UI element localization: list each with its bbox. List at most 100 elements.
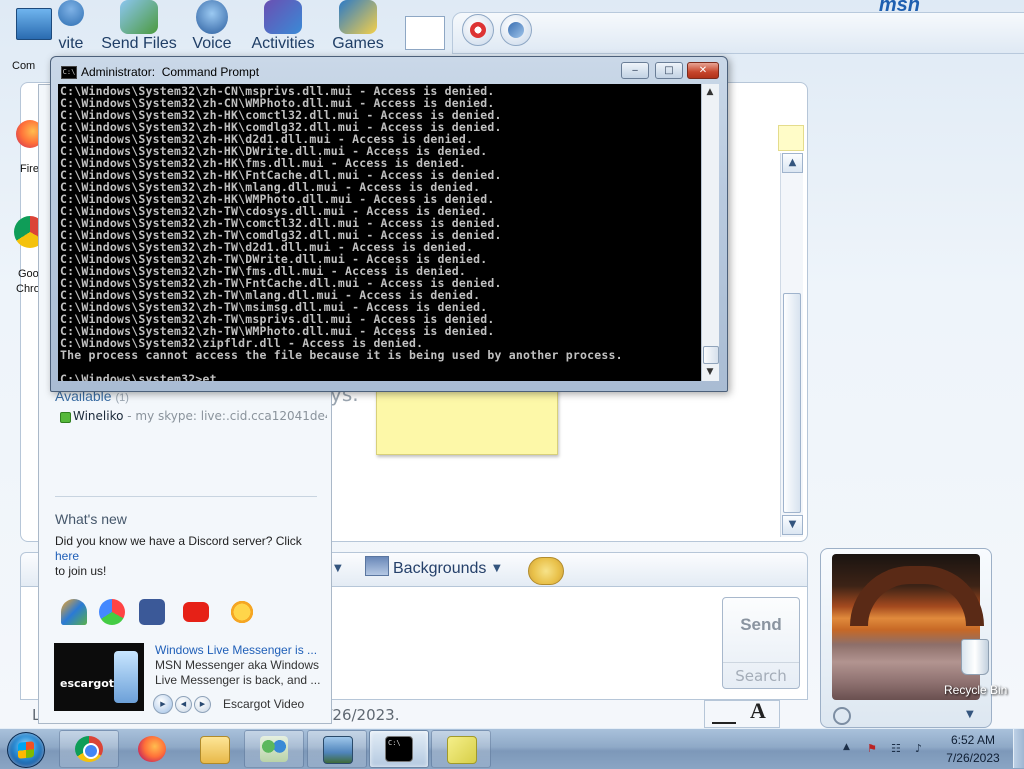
recycle-bin-label: Recycle Bin [944, 683, 1008, 697]
scroll-up-arrow[interactable]: ▲ [782, 153, 803, 173]
divider [55, 496, 317, 497]
activities-button[interactable]: Activities [246, 0, 320, 55]
discord-link[interactable]: here [55, 549, 79, 563]
backgrounds-button[interactable]: Backgrounds [365, 556, 486, 584]
firefox-icon [138, 736, 166, 762]
block-icon [470, 22, 486, 38]
invite-label: vite [58, 35, 84, 52]
cmd-console-output[interactable]: C:\Windows\System32\zh-CN\msprivs.dll.mu… [58, 84, 701, 381]
backgrounds-label: Backgrounds [393, 560, 487, 577]
social-app-icons [39, 585, 331, 633]
sticky-notes-icon [447, 736, 477, 764]
news-controls: ▶ ◀ ▶ Escargot Video [153, 694, 304, 714]
emoticon-icon[interactable] [528, 557, 564, 585]
games-icon [339, 0, 377, 34]
close-button[interactable]: ✕ [687, 62, 719, 79]
chrome-icon [75, 736, 103, 762]
news-title-link[interactable]: Windows Live Messenger is ... [155, 643, 317, 657]
firefox-desktop-label: Fire [20, 163, 39, 175]
contact-name: Wineliko [73, 409, 124, 423]
news-thumbnail[interactable]: escargot [54, 643, 144, 711]
handwriting-icon[interactable] [712, 704, 736, 724]
pen-button[interactable] [500, 14, 532, 46]
volume-muted-icon[interactable]: ♪ [915, 742, 929, 756]
cmd-scroll-up-arrow[interactable]: ▲ [702, 84, 718, 100]
font-icon[interactable]: A [750, 698, 766, 724]
scroll-thumb[interactable] [783, 293, 801, 513]
facebook-icon[interactable] [139, 599, 165, 625]
cmd-scroll-down-arrow[interactable]: ▼ [702, 364, 718, 380]
taskbar-command-prompt[interactable]: C:\ [369, 730, 429, 768]
network-icon[interactable]: ☷ [891, 742, 905, 756]
webcam-icon[interactable] [833, 707, 851, 725]
games-button[interactable]: Games [330, 0, 386, 55]
clock-date[interactable]: 7/26/2023 [932, 751, 1014, 765]
previous-icon[interactable]: ◀ [175, 695, 192, 713]
voice-label: Voice [192, 35, 232, 52]
show-hidden-icons-icon[interactable]: ▲ [843, 742, 857, 756]
send-button[interactable]: Send Search [722, 597, 800, 689]
minimize-button[interactable]: ‒ [621, 62, 649, 79]
group-count: (1) [115, 392, 129, 404]
console-line: The process cannot access the file becau… [60, 348, 623, 362]
folder-icon [200, 736, 230, 764]
cmd-app-icon[interactable]: C:\ [61, 66, 77, 79]
msn-toolbar: Com vite Send Files Voice Activities Gam… [0, 0, 1024, 72]
clock-time[interactable]: 6:52 AM [932, 733, 1014, 747]
start-button[interactable] [7, 732, 45, 768]
display-picture-menu-chevron-icon[interactable]: ▼ [966, 709, 974, 720]
command-prompt-icon: C:\ [385, 736, 413, 762]
recycle-bin-icon[interactable] [955, 633, 993, 677]
taskbar-firefox[interactable] [122, 730, 182, 768]
taskbar-chrome[interactable] [59, 730, 119, 768]
computer-label: Com [12, 60, 36, 72]
send-files-label: Send Files [101, 35, 177, 52]
console-line: C:\Windows\system32>et [60, 373, 225, 381]
youtube-icon[interactable] [183, 602, 209, 622]
display-picture-image [832, 554, 984, 700]
contact-item[interactable]: Wineliko - my skype: live:.cid.cca12041d… [73, 409, 327, 423]
maximize-button[interactable]: □ [655, 62, 683, 79]
phone-image [114, 651, 138, 703]
show-desktop-button[interactable] [1013, 729, 1024, 768]
top-tab-strip [452, 12, 1024, 54]
discord-text-start: Did you know we have a Discord server? C… [55, 534, 302, 548]
games-label: Games [332, 35, 384, 52]
taskbar-sticky-notes[interactable] [431, 730, 491, 768]
butterfly-icon[interactable] [61, 599, 87, 625]
escargot-icon[interactable] [99, 599, 125, 625]
taskbar-image-viewer[interactable] [307, 730, 367, 768]
cmd-scrollbar[interactable]: ▲ ▼ [701, 84, 719, 381]
next-icon[interactable]: ▶ [194, 695, 211, 713]
taskbar-explorer[interactable] [184, 730, 244, 768]
play-icon[interactable]: ▶ [153, 694, 173, 714]
search-button[interactable]: Search [723, 662, 799, 685]
action-center-flag-icon[interactable]: ⚑ [867, 742, 881, 756]
invite-button[interactable]: vite [54, 0, 88, 55]
block-button[interactable] [462, 14, 494, 46]
send-files-button[interactable]: Send Files [100, 0, 178, 55]
cmd-scroll-thumb[interactable] [703, 346, 719, 364]
activities-label: Activities [251, 35, 315, 52]
sticky-note[interactable] [376, 385, 558, 455]
news-source: Escargot Video [223, 697, 305, 711]
whats-new-text: Did you know we have a Discord server? C… [55, 534, 325, 579]
discord-text-end: to join us! [55, 564, 107, 578]
chevron-down-icon[interactable]: ▼ [334, 563, 342, 574]
online-status-icon [60, 412, 71, 423]
computer-icon[interactable] [16, 8, 52, 40]
cmd-title-bar[interactable]: C:\ Administrator: Command Prompt [59, 61, 619, 83]
taskbar-messenger[interactable] [244, 730, 304, 768]
voice-button[interactable]: Voice [190, 0, 234, 55]
image-viewer-icon [323, 736, 353, 764]
recycle-bin-body [961, 639, 989, 675]
command-prompt-window[interactable]: C:\ Administrator: Command Prompt ‒ □ ✕ … [50, 56, 728, 392]
scroll-down-arrow[interactable]: ▼ [782, 515, 803, 535]
window-thumbnail-icon[interactable] [405, 16, 445, 50]
contact-personal-message: - my skype: live:.cid.cca12041de4953... [127, 409, 327, 423]
messenger-icon [260, 736, 288, 762]
activities-icon [264, 0, 302, 34]
conversation-scrollbar[interactable]: ▲ ▼ [780, 153, 803, 537]
backgrounds-chevron-icon[interactable]: ▼ [493, 563, 501, 574]
weather-sun-icon[interactable] [229, 599, 255, 625]
